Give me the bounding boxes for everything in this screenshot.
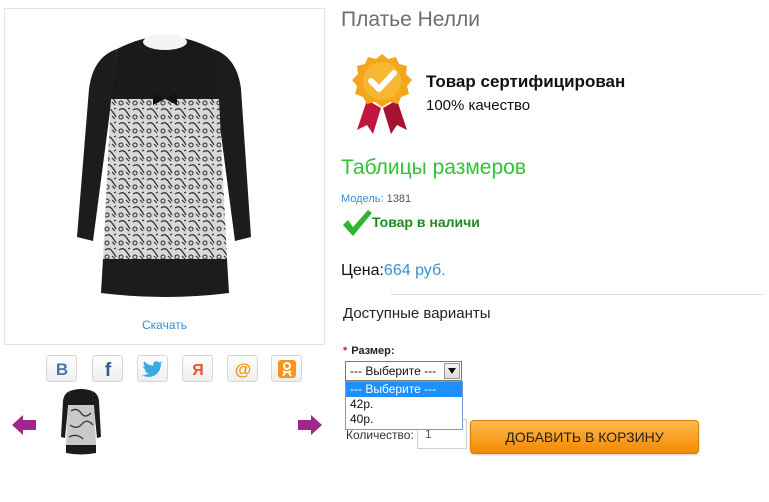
quantity-label: Количество: bbox=[346, 428, 414, 442]
prev-arrow-icon[interactable] bbox=[11, 414, 37, 436]
model-row: Модель: 1381 bbox=[341, 193, 411, 205]
product-thumbnail[interactable] bbox=[56, 385, 106, 460]
size-label: * Размер: bbox=[343, 345, 395, 357]
product-image-frame[interactable] bbox=[4, 8, 325, 345]
next-arrow-icon[interactable] bbox=[297, 414, 323, 436]
certificate-title: Товар сертифицирован bbox=[426, 72, 626, 91]
odnoklassniki-icon bbox=[277, 359, 296, 378]
twitter-icon bbox=[141, 360, 163, 377]
add-to-cart-button[interactable]: ДОБАВИТЬ В КОРЗИНУ bbox=[470, 420, 699, 454]
vk-share-button[interactable]: B bbox=[46, 355, 77, 382]
facebook-share-button[interactable]: f bbox=[92, 355, 123, 382]
svg-text:Я: Я bbox=[192, 362, 204, 379]
size-option[interactable]: 42р. bbox=[346, 397, 462, 412]
size-dropdown-list[interactable]: --- Выберите --- 42р. 40р. bbox=[345, 381, 463, 430]
download-link[interactable]: Скачать bbox=[4, 318, 325, 332]
price-value: 664 руб. bbox=[383, 262, 446, 279]
size-option[interactable]: --- Выберите --- bbox=[346, 382, 462, 397]
svg-text:f: f bbox=[104, 360, 111, 379]
in-stock-check-icon bbox=[343, 210, 372, 236]
divider bbox=[391, 294, 763, 295]
twitter-share-button[interactable] bbox=[137, 355, 168, 382]
moimir-share-button[interactable]: Я bbox=[182, 355, 213, 382]
svg-text:@: @ bbox=[234, 360, 251, 379]
moimir-icon: Я bbox=[192, 362, 204, 379]
model-label: Модель: bbox=[341, 193, 384, 205]
price-label: Цена: bbox=[341, 262, 384, 279]
chevron-down-icon[interactable] bbox=[444, 363, 460, 379]
mailru-icon: @ bbox=[234, 360, 251, 379]
size-tables-link[interactable]: Таблицы размеров bbox=[341, 156, 526, 180]
product-dress-image[interactable] bbox=[5, 9, 324, 344]
vk-icon: B bbox=[55, 360, 67, 379]
size-select-value: --- Выберите --- bbox=[350, 364, 437, 378]
mailru-share-button[interactable]: @ bbox=[227, 355, 258, 382]
size-option[interactable]: 40р. bbox=[346, 412, 462, 427]
product-title: Платье Нелли bbox=[341, 8, 481, 31]
size-label-text: Размер: bbox=[351, 345, 395, 357]
variants-heading: Доступные варианты bbox=[343, 305, 491, 322]
facebook-icon: f bbox=[104, 360, 111, 379]
required-mark: * bbox=[343, 345, 348, 357]
price-row: Цена:664 руб. bbox=[341, 262, 446, 280]
odnoklassniki-share-button[interactable] bbox=[271, 355, 302, 382]
certified-medal-icon bbox=[352, 54, 412, 134]
certificate-subtitle: 100% качество bbox=[426, 97, 531, 114]
size-select[interactable]: --- Выберите --- bbox=[345, 361, 462, 381]
svg-text:B: B bbox=[55, 360, 67, 379]
model-value: 1381 bbox=[386, 193, 412, 205]
stock-status: Товар в наличи bbox=[372, 214, 480, 230]
